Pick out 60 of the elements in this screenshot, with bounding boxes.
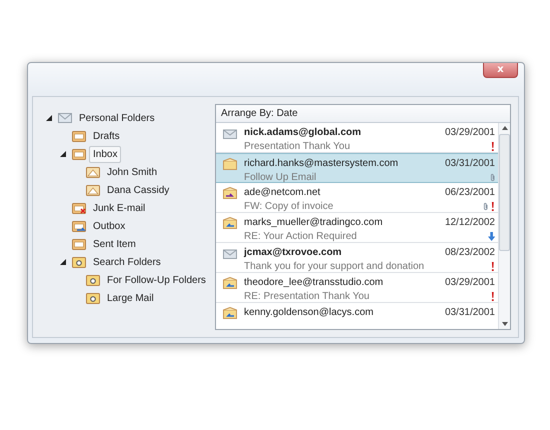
scroll-down-icon[interactable]: [502, 322, 508, 326]
message-subject: RE: Your Action Required: [244, 231, 357, 242]
reply-envelope-icon: [223, 217, 237, 229]
sender-address: nick.adams@global.com: [244, 127, 362, 138]
envelope-icon: [223, 127, 237, 139]
message-subject: FW: Copy of invoice: [244, 201, 334, 212]
search-folder-icon: [86, 274, 100, 286]
junk-folder-icon: [72, 202, 86, 214]
arrange-by-header[interactable]: Arrange By: Date: [216, 105, 510, 123]
message-row[interactable]: ade@netcom.net 06/23/2001 FW: Copy of invoice: [216, 183, 498, 213]
reply-envelope-icon: [223, 277, 237, 289]
expanded-arrow-icon[interactable]: [46, 115, 52, 121]
folder-item[interactable]: Inbox: [89, 146, 122, 162]
message-row[interactable]: marks_mueller@tradingco.com 12/12/2002 RE: Your Action Required: [216, 213, 498, 243]
sender-address: richard.hanks@mastersystem.com: [244, 158, 398, 169]
sender-address: jcmax@txrovoe.com: [244, 247, 342, 258]
message-subject: Follow Up Email: [244, 172, 316, 183]
folder-item[interactable]: John Smith: [103, 164, 162, 180]
folder-item[interactable]: Drafts: [89, 128, 124, 144]
folder-item[interactable]: Personal Folders: [75, 110, 159, 126]
mail-folder-icon: [72, 238, 86, 250]
message-subject: Presentation Thank You: [244, 141, 350, 152]
mail-folder-icon: [72, 148, 86, 160]
message-date: 03/31/2001: [444, 158, 495, 169]
folder-item[interactable]: Outbox: [89, 218, 130, 234]
message-date: 03/31/2001: [444, 307, 495, 318]
sender-address: marks_mueller@tradingco.com: [244, 217, 383, 228]
envelope-icon: [223, 247, 237, 259]
sender-address: kenny.goldenson@lacys.com: [244, 307, 374, 318]
folder-item[interactable]: Dana Cassidy: [103, 182, 174, 198]
message-row[interactable]: jcmax@txrovoe.com 08/23/2002 Thank you for your support and donation: [216, 243, 498, 273]
message-date: 08/23/2002: [444, 247, 495, 258]
message-row[interactable]: richard.hanks@mastersystem.com 03/31/2001 Follow Up Email: [216, 153, 498, 183]
message-date: 03/29/2001: [444, 277, 495, 288]
message-subject: RE: Presentation Thank You: [244, 291, 370, 302]
reply-envelope-icon: [223, 307, 237, 319]
expanded-arrow-icon[interactable]: [60, 259, 66, 265]
folder-item[interactable]: Search Folders: [89, 254, 165, 270]
mail-folder-icon: [72, 130, 86, 142]
search-folder-icon: [86, 292, 100, 304]
expanded-arrow-icon[interactable]: [60, 151, 66, 157]
message-date: 06/23/2001: [444, 187, 495, 198]
message-row[interactable]: theodore_lee@transstudio.com 03/29/2001 RE: Presentation Thank You: [216, 273, 498, 303]
outbox-folder-icon: [72, 220, 86, 232]
sender-address: theodore_lee@transstudio.com: [244, 277, 384, 288]
open-envelope-icon: [223, 158, 237, 170]
folder-item[interactable]: Junk E-mail: [89, 200, 150, 216]
scroll-up-icon[interactable]: [502, 126, 508, 130]
vertical-scrollbar[interactable]: [498, 123, 510, 329]
folder-item[interactable]: For Follow-Up Folders: [103, 272, 210, 288]
folder-item[interactable]: Large Mail: [103, 290, 158, 306]
message-date: 03/29/2001: [444, 127, 495, 138]
sender-address: ade@netcom.net: [244, 187, 320, 198]
message-subject: Thank you for your support and donation: [244, 261, 424, 272]
search-folder-icon: [72, 256, 86, 268]
scrollbar-thumb[interactable]: [499, 134, 510, 251]
envelope-icon: [58, 112, 72, 124]
message-date: 12/12/2002: [444, 217, 495, 228]
forward-envelope-icon: [223, 187, 237, 199]
folder-item[interactable]: Sent Item: [89, 236, 140, 252]
